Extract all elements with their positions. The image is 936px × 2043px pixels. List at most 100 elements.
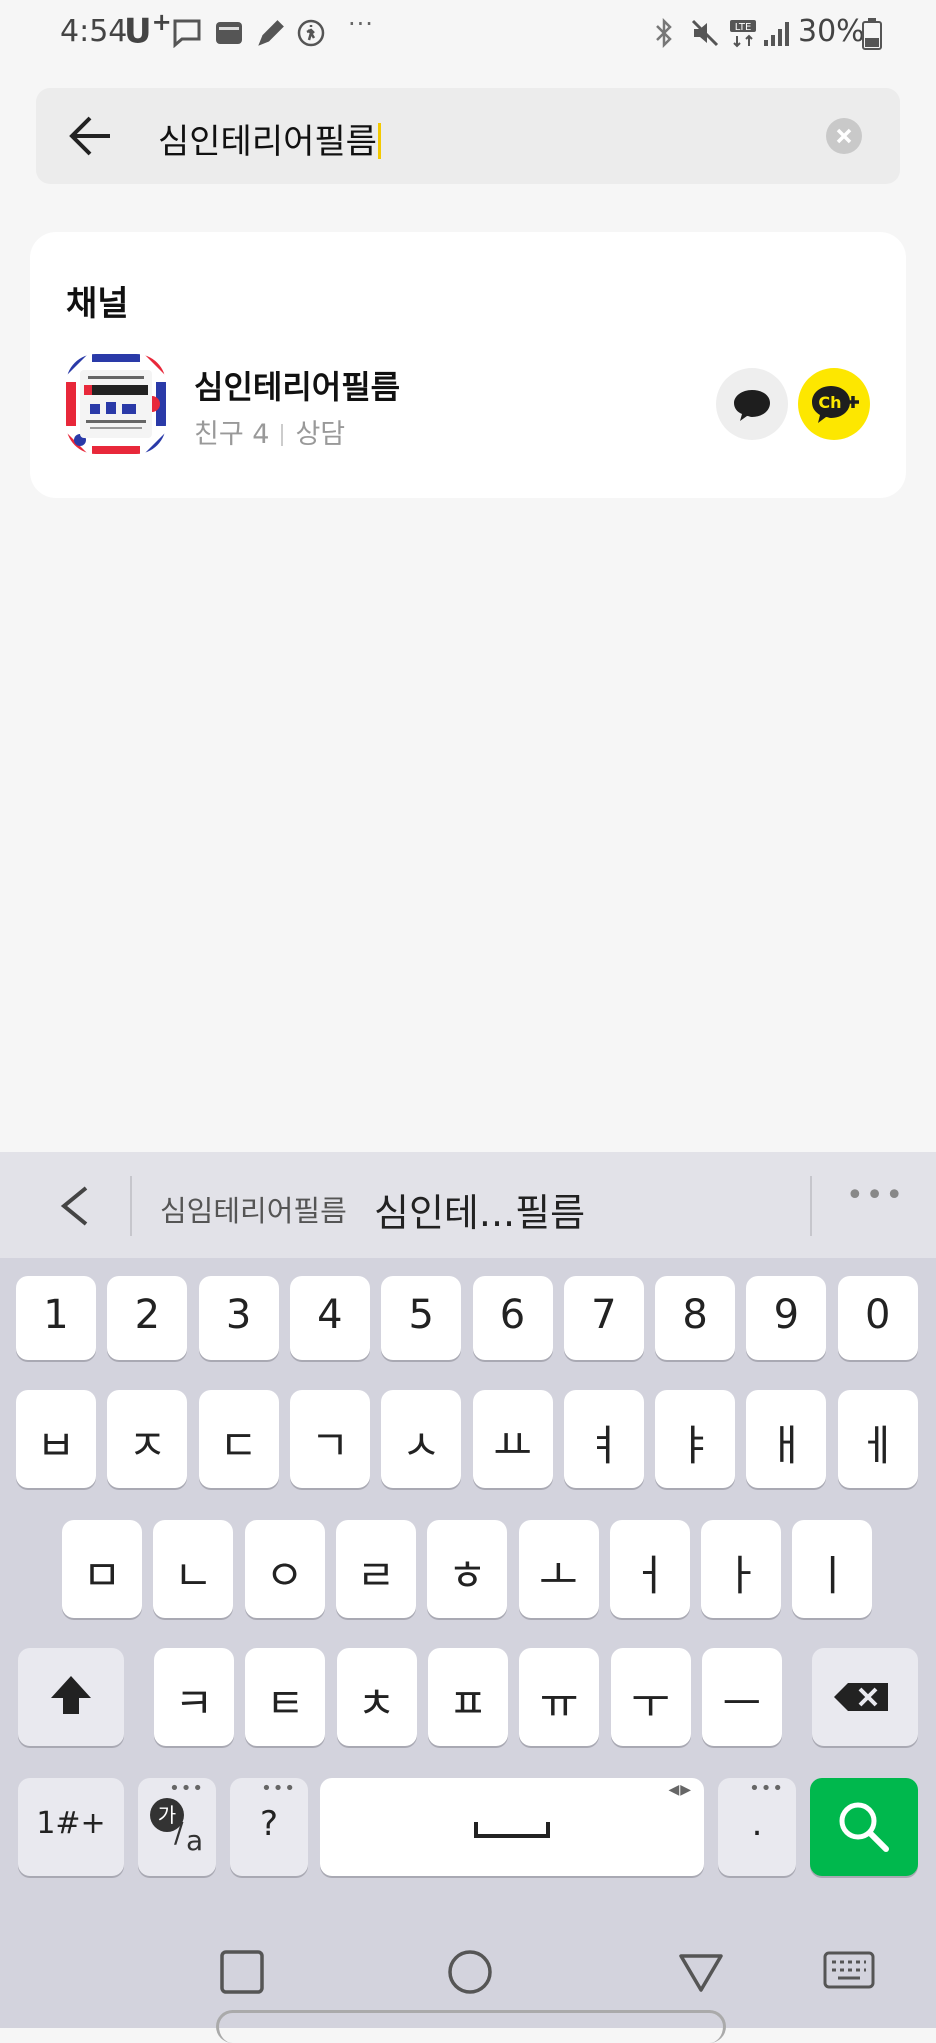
key-ㅣ[interactable]: ㅣ [792,1520,873,1618]
key-label: 2 [134,1292,161,1338]
battery-icon [862,18,882,50]
key-ㅡ[interactable]: ㅡ [701,1648,782,1746]
key-3[interactable]: 3 [198,1276,279,1360]
battery-percent: 30% [798,14,865,49]
key-ㅈ[interactable]: ㅈ [107,1390,188,1488]
backspace-key[interactable] [812,1648,918,1746]
message-icon [173,19,201,48]
suggestion-divider [810,1176,812,1236]
key-ㅌ[interactable]: ㅌ [245,1648,326,1746]
key-ㅊ[interactable]: ㅊ [336,1648,417,1746]
search-enter-key[interactable] [810,1778,918,1876]
key-ㅠ[interactable]: ㅠ [519,1648,600,1746]
back-triangle-icon[interactable] [676,1948,726,1996]
key-more-dots: ••• [749,1778,784,1799]
space-key[interactable]: ◀▶ [320,1778,704,1876]
key-ㄷ[interactable]: ㄷ [198,1390,279,1488]
backspace-icon [834,1683,888,1711]
key-7[interactable]: 7 [563,1276,644,1360]
pen-icon [258,20,284,46]
key-ㅕ[interactable]: ㅕ [563,1390,644,1488]
question-key[interactable]: ••• ? [230,1778,308,1876]
wallet-icon [216,22,242,44]
chat-bubble-icon [734,390,770,421]
key-label: 8 [682,1292,708,1338]
key-label: ㅎ [447,1551,487,1600]
shift-arrow-icon [51,1676,91,1714]
key-ㅑ[interactable]: ㅑ [655,1390,736,1488]
space-cursor-arrows: ◀▶ [668,1782,692,1798]
period-key-label: . [751,1804,763,1844]
key-2[interactable]: 2 [107,1276,188,1360]
recent-apps-icon[interactable] [218,1948,266,1996]
search-input[interactable]: 심인테리어필름 [158,114,381,163]
text-caret [377,123,381,159]
back-arrow-icon[interactable] [66,114,114,158]
chevron-left-icon[interactable] [56,1184,96,1228]
add-channel-button[interactable]: Ch [798,368,870,440]
key-label: 4 [317,1292,343,1338]
key-label: ㅏ [721,1551,761,1600]
key-ㅎ[interactable]: ㅎ [427,1520,508,1618]
key-ㅗ[interactable]: ㅗ [518,1520,599,1618]
question-key-label: ? [259,1804,279,1844]
key-4[interactable]: 4 [289,1276,370,1360]
keyboard-hide-icon[interactable] [822,1950,876,1994]
key-0[interactable]: 0 [837,1276,918,1360]
key-label: ㅌ [265,1679,305,1728]
channel-name[interactable]: 심인테리어필름 [194,362,400,408]
more-notifications: ··· [348,10,374,38]
channel-friend-count: 친구 4 [194,419,270,450]
svg-text:Ch: Ch [818,393,841,412]
key-ㅏ[interactable]: ㅏ [701,1520,782,1618]
key-1[interactable]: 1 [16,1276,96,1360]
system-nav-bar [0,1910,936,2043]
channel-results-card: 채널 심인테리어필름 친구 4 상담 Ch [30,232,906,498]
key-ㅍ[interactable]: ㅍ [427,1648,508,1746]
key-ㄱ[interactable]: ㄱ [289,1390,370,1488]
bluetooth-icon [656,18,672,48]
key-9[interactable]: 9 [746,1276,827,1360]
svg-text:LTE: LTE [735,22,752,33]
key-ㅅ[interactable]: ㅅ [381,1390,462,1488]
key-ㅇ[interactable]: ㅇ [244,1520,325,1618]
home-icon[interactable] [446,1948,494,1996]
channel-logo-image [66,354,166,454]
key-ㄴ[interactable]: ㄴ [153,1520,234,1618]
key-ㄹ[interactable]: ㄹ [335,1520,416,1618]
key-5[interactable]: 5 [381,1276,462,1360]
key-8[interactable]: 8 [655,1276,736,1360]
suggestion-more-button[interactable]: ••• [846,1178,905,1213]
key-label: ㅇ [265,1551,304,1600]
key-label: ㅐ [767,1421,806,1470]
clear-search-button[interactable] [826,118,862,154]
suggestion-bar: 심임테리어필름 심인테...필름 ••• [0,1152,936,1258]
key-ㅔ[interactable]: ㅔ [837,1390,918,1488]
key-ㅁ[interactable]: ㅁ [62,1520,142,1618]
suggestion-2[interactable]: 심인테...필름 [374,1182,585,1237]
shift-key[interactable] [18,1648,124,1746]
channel-avatar[interactable] [66,354,166,454]
korean-keyboard: 심임테리어필름 심인테...필름 ••• 1 2 3 4 5 6 7 8 9 0 ㅂ ㅈ ㄷ ㄱ ㅅ ㅛ ㅕ ㅑ ㅐ… [0,1152,936,2028]
search-bar: 심인테리어필름 [36,88,900,184]
suggestion-1[interactable]: 심임테리어필름 [160,1188,347,1230]
key-ㅜ[interactable]: ㅜ [610,1648,691,1746]
key-ㅋ[interactable]: ㅋ [154,1648,234,1746]
key-ㅐ[interactable]: ㅐ [746,1390,827,1488]
channel-chat-button[interactable] [716,368,788,440]
period-key[interactable]: ••• . [718,1778,796,1876]
key-label: 1 [43,1292,69,1338]
key-ㅂ[interactable]: ㅂ [16,1390,96,1488]
symbols-key[interactable]: 1#+ [18,1778,124,1876]
key-label: ㅔ [858,1421,897,1470]
key-label: ㄹ [356,1551,396,1600]
gesture-bar [216,2010,726,2043]
key-ㅛ[interactable]: ㅛ [472,1390,553,1488]
key-6[interactable]: 6 [472,1276,553,1360]
key-label: ㄷ [219,1421,258,1470]
key-ㅓ[interactable]: ㅓ [609,1520,690,1618]
key-label: ㅈ [127,1421,167,1470]
channel-plus-icon: Ch [812,386,859,423]
language-switch-key[interactable]: ••• 가 / a [138,1778,216,1876]
key-label: ㅊ [357,1679,396,1728]
